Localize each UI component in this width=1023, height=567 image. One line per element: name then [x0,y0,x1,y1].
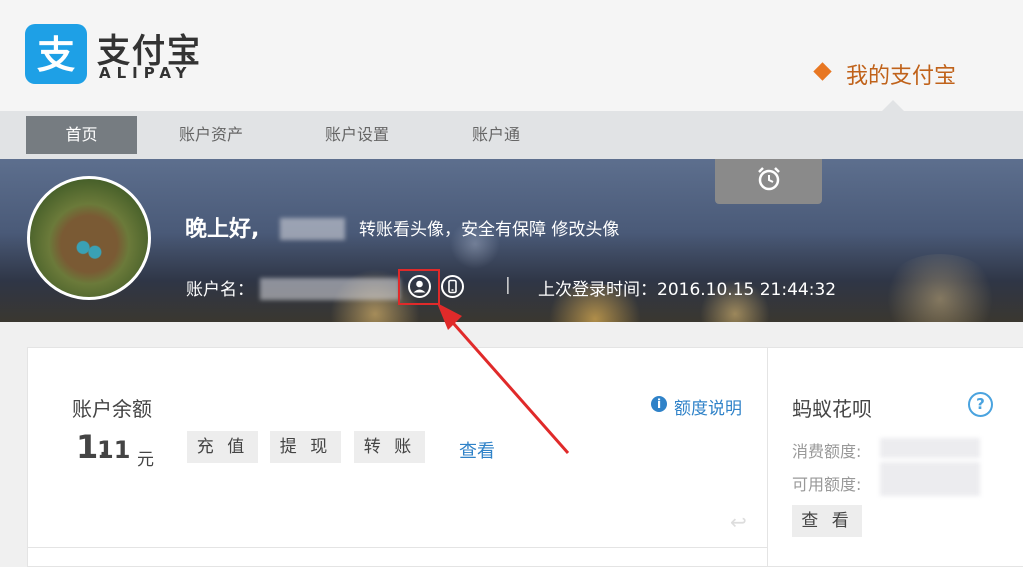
header: 支 支付宝 ALIPAY 我的支付宝 [0,0,1023,111]
phone-bound-icon[interactable] [441,275,464,298]
last-login-text: 上次登录时间：2016.10.15 21:44:32 [538,280,837,300]
recharge-button[interactable]: 充 值 [187,431,258,463]
bokeh-light [880,254,1000,322]
quota-explain-link[interactable]: 额度说明 [674,394,742,419]
info-icon[interactable]: i [651,396,667,412]
main-nav: 首页 账户资产 账户设置 账户通 [0,111,1023,159]
account-name-redacted [260,278,400,300]
account-name-label: 账户名： [186,280,254,300]
annotation-highlight-box [398,269,440,305]
spend-limit-redacted [880,438,980,458]
nav-item-settings[interactable]: 账户设置 [302,116,412,154]
nav-item-assets[interactable]: 账户资产 [156,116,266,154]
huabei-title: 蚂蚁花呗 [792,397,872,421]
avatar[interactable] [27,176,151,300]
orange-diamond-icon [813,62,832,81]
transfer-button[interactable]: 转 账 [354,431,425,463]
available-limit-label: 可用额度: [792,475,862,494]
help-icon[interactable]: ? [968,392,993,417]
alipay-logo-icon[interactable]: 支 [25,24,87,84]
available-limit-redacted [880,462,980,496]
return-arrow-icon[interactable]: ↩ [730,510,747,534]
greeting-text: 晚上好, [185,217,260,242]
balance-title: 账户余额 [72,397,152,421]
nav-item-account-link[interactable]: 账户通 [441,116,551,154]
profile-banner [0,159,1023,322]
alarm-clock-icon [758,167,780,191]
nav-pointer [882,100,904,111]
huabei-view-button[interactable]: 查 看 [792,505,862,537]
avatar-hint-text[interactable]: 转账看头像，安全有保障 修改头像 [359,215,619,240]
balance-unit: 元 [137,450,154,470]
view-balance-link[interactable]: 查看 [459,437,495,463]
svg-text:支: 支 [37,33,75,77]
separator: | [505,275,511,295]
alarm-tab[interactable] [715,159,822,204]
username-redacted [280,218,345,240]
my-alipay-link[interactable]: 我的支付宝 [846,58,956,90]
logo-text-en: ALIPAY [99,64,193,82]
card-divider [27,547,768,548]
balance-amount-decimal: 11 [97,436,131,464]
spend-limit-label: 消费额度: [792,442,862,461]
nav-item-home[interactable]: 首页 [26,116,137,154]
withdraw-button[interactable]: 提 现 [270,431,341,463]
